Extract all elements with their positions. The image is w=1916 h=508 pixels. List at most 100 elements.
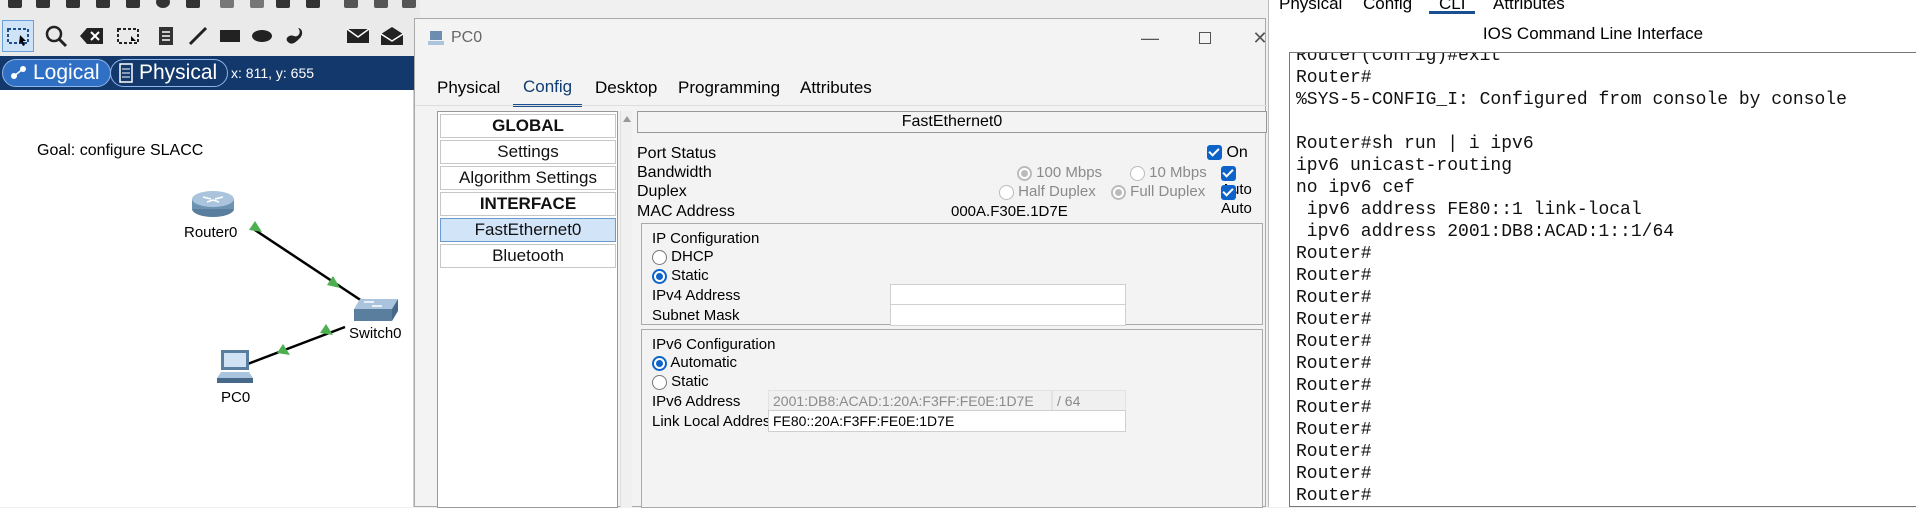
radio-selected-icon — [652, 355, 667, 371]
toolbar-top-icon[interactable] — [402, 0, 416, 8]
minimize-button[interactable]: — — [1135, 25, 1165, 51]
tab-physical[interactable]: Physical — [427, 69, 510, 107]
console-line: Router# — [1296, 376, 1372, 396]
link-router-switch[interactable] — [251, 226, 366, 305]
pc0-window-title: PC0 — [451, 29, 483, 46]
inspect-tool-button[interactable] — [40, 20, 72, 52]
duplex-label: Duplex — [637, 183, 687, 200]
workspace-mode-bar: Logical Physical x: 811, y: 655 — [0, 56, 414, 90]
mac-address-value: 000A.F30E.1D7E — [951, 203, 1068, 220]
nav-item-fastethernet0[interactable]: FastEthernet0 — [440, 218, 616, 242]
toolbar-top-icon[interactable] — [66, 0, 80, 8]
console-line: Router(config)#exit — [1296, 52, 1502, 66]
ipv6-address-label: IPv6 Address — [652, 393, 741, 410]
maximize-button[interactable] — [1190, 25, 1220, 51]
port-status-checkbox[interactable]: On — [1207, 144, 1248, 162]
ipv6-address-input[interactable]: 2001:DB8:ACAD:1:20A:F3FF:FE0E:1D7E — [768, 390, 1052, 412]
pc0-window-icon — [428, 31, 444, 45]
ellipse-icon — [252, 30, 272, 42]
toolbar-top-icon[interactable] — [96, 0, 110, 8]
nav-item-algorithm-settings[interactable]: Algorithm Settings — [440, 166, 616, 190]
pc0-device[interactable] — [215, 348, 255, 386]
toolbar-top-icon[interactable] — [126, 0, 140, 8]
console-line: Router# — [1296, 244, 1372, 264]
toolbar-top-icon[interactable] — [306, 0, 320, 8]
ios-console[interactable]: Router(config)#exit Router# %SYS-5-CONFIG_… — [1289, 52, 1916, 507]
radio-icon — [652, 249, 667, 265]
rectangle-tool-button[interactable] — [214, 20, 246, 52]
main-toolbar — [0, 0, 420, 56]
toolbar-top-icon[interactable] — [36, 0, 50, 8]
cli-tab-config[interactable]: Config — [1353, 0, 1422, 14]
console-line: Router# — [1296, 420, 1372, 440]
logical-mode-label: Logical — [33, 61, 100, 84]
port-status-label: Port Status — [637, 145, 717, 162]
duplex-half-option[interactable]: Half Duplex — [999, 183, 1096, 200]
logical-workspace[interactable]: Goal: configure SLACC Router0 Switch0 PC… — [0, 90, 414, 507]
toolbar-top-icon[interactable] — [250, 0, 264, 8]
freeform-tool-button[interactable] — [278, 20, 310, 52]
logical-mode-button[interactable]: Logical — [2, 59, 111, 87]
duplex-auto-label: Auto — [1221, 200, 1252, 217]
pane-title: FastEthernet0 — [637, 111, 1267, 133]
toolbar-top-icon[interactable] — [344, 0, 358, 8]
ipv6-configuration-group: IPv6 Configuration Automatic Static IPv6… — [641, 329, 1263, 508]
physical-mode-button[interactable]: Physical — [110, 59, 229, 87]
resize-tool-button[interactable] — [112, 20, 144, 52]
ellipse-tool-button[interactable] — [246, 20, 278, 52]
cli-tab-attributes[interactable]: Attributes — [1483, 0, 1575, 14]
duplex-full-label: Full Duplex — [1130, 183, 1206, 200]
bandwidth-100-option[interactable]: 100 Mbps — [1017, 164, 1102, 181]
select-tool-button[interactable] — [2, 20, 34, 52]
radio-selected-icon — [652, 268, 667, 284]
cli-tab-cli[interactable]: CLI — [1429, 0, 1476, 14]
link-local-input[interactable]: FE80::20A:F3FF:FE0E:1D7E — [768, 410, 1126, 432]
tab-desktop[interactable]: Desktop — [585, 69, 667, 107]
static-option[interactable]: Static — [652, 267, 709, 284]
nav-item-settings[interactable]: Settings — [440, 140, 616, 164]
tab-programming[interactable]: Programming — [668, 69, 790, 107]
ipv6-prefix-input[interactable]: / 64 — [1052, 390, 1126, 412]
console-line: ipv6 address 2001:DB8:ACAD:1::1/64 — [1296, 222, 1675, 242]
nav-scrollbar[interactable] — [620, 111, 632, 508]
console-line: Router# — [1296, 310, 1372, 330]
pc0-config-window: PC0 — ✕ Physical Config Desktop Programm… — [414, 18, 1268, 508]
checkbox-checked-icon — [1221, 184, 1236, 200]
delete-tool-button[interactable] — [76, 20, 108, 52]
pc-icon — [217, 350, 253, 383]
bandwidth-10-option[interactable]: 10 Mbps — [1130, 164, 1207, 181]
nav-item-bluetooth[interactable]: Bluetooth — [440, 244, 616, 268]
duplex-auto-checkbox[interactable]: Auto — [1221, 183, 1267, 217]
nav-interface-header: INTERFACE — [440, 192, 616, 216]
dhcp-option[interactable]: DHCP — [652, 248, 714, 265]
toolbar-top-icon[interactable] — [8, 0, 22, 8]
toolbar-top-icon[interactable] — [186, 0, 200, 8]
automatic-option[interactable]: Automatic — [652, 354, 737, 371]
tab-attributes[interactable]: Attributes — [790, 69, 882, 107]
router0-device[interactable] — [191, 190, 235, 218]
subnet-mask-input[interactable] — [890, 304, 1126, 326]
toolbar-top-icon[interactable] — [156, 0, 170, 8]
toolbar-top-icon[interactable] — [220, 0, 234, 8]
static-label: Static — [671, 267, 709, 284]
line-tool-button[interactable] — [182, 20, 214, 52]
switch0-device[interactable] — [352, 297, 400, 323]
ipv4-address-label: IPv4 Address — [652, 287, 741, 304]
fastethernet0-pane: FastEthernet0 Port Status On Bandwidth 1… — [637, 111, 1267, 508]
simple-pdu-button[interactable] — [342, 20, 374, 52]
tab-config[interactable]: Config — [513, 69, 583, 107]
cli-tab-physical[interactable]: Physical — [1269, 0, 1352, 14]
router0-label: Router0 — [184, 224, 238, 241]
toolbar-top-icon[interactable] — [276, 0, 290, 8]
ipv4-address-input[interactable] — [890, 284, 1126, 306]
toolbar-top-icon[interactable] — [374, 0, 388, 8]
radio-icon — [1111, 184, 1126, 200]
ip-configuration-group: IP Configuration DHCP Static IPv4 Addres… — [641, 223, 1263, 326]
static6-option[interactable]: Static — [652, 373, 709, 390]
note-tool-button[interactable] — [150, 20, 182, 52]
physical-rack-icon — [119, 63, 133, 83]
duplex-full-option[interactable]: Full Duplex — [1111, 183, 1205, 200]
complex-pdu-button[interactable] — [376, 20, 408, 52]
radio-icon — [1130, 165, 1145, 181]
